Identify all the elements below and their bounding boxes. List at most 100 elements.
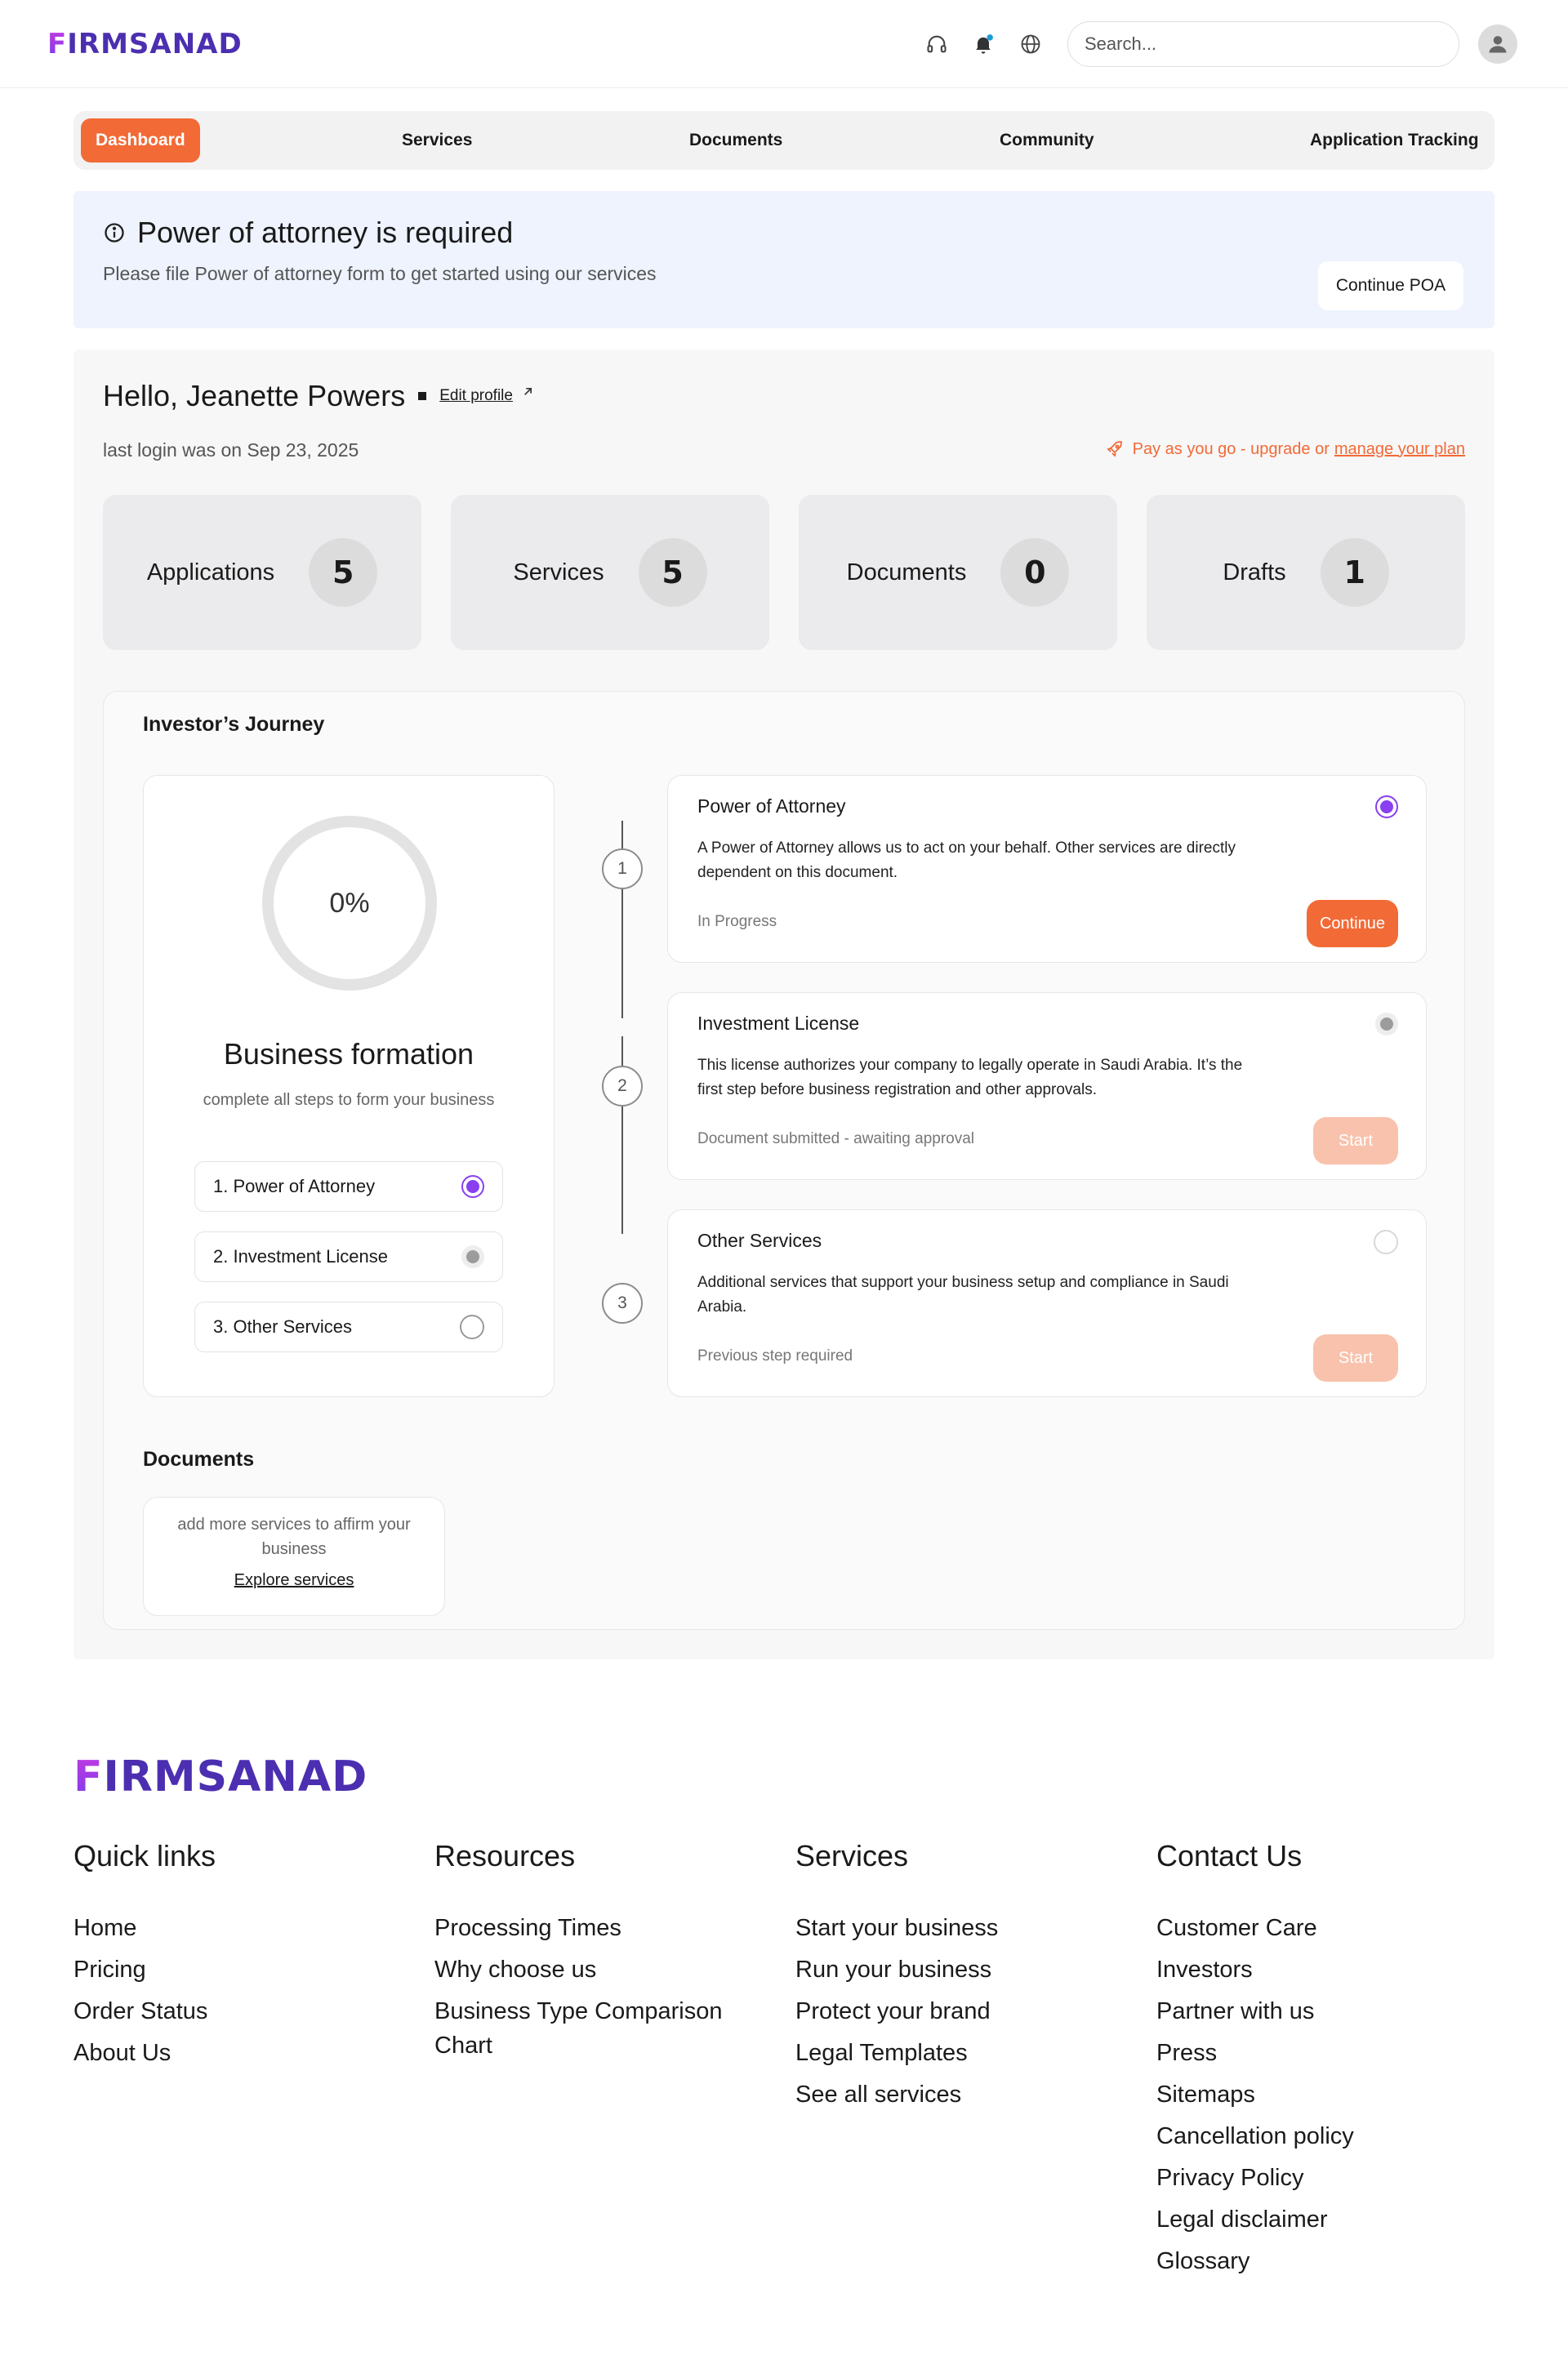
footer-link[interactable]: Legal Templates bbox=[795, 2036, 1089, 2070]
stat-label: Drafts bbox=[1223, 559, 1286, 586]
active-radio-icon bbox=[461, 1175, 484, 1198]
user-icon bbox=[1489, 36, 1507, 53]
poa-banner: Power of attorney is required Please fil… bbox=[74, 191, 1494, 328]
footer-link[interactable]: Protect your brand bbox=[795, 1994, 1089, 2028]
explore-services-link[interactable]: Explore services bbox=[234, 1571, 354, 1590]
plan-text: Pay as you go - upgrade or bbox=[1132, 439, 1330, 458]
footer-link[interactable]: Start your business bbox=[795, 1911, 1089, 1945]
footer-link[interactable]: Cancellation policy bbox=[1156, 2119, 1450, 2153]
card-title: Other Services bbox=[697, 1230, 822, 1251]
notification-dot bbox=[987, 34, 993, 41]
banner-title: Power of attorney is required bbox=[103, 216, 513, 250]
footer-logo-text-rest: IRMSANAD bbox=[103, 1752, 368, 1801]
start-button[interactable]: Start bbox=[1313, 1117, 1398, 1164]
manage-plan-link[interactable]: manage your plan bbox=[1334, 440, 1465, 459]
continue-poa-button[interactable]: Continue POA bbox=[1318, 261, 1463, 310]
footer-link[interactable]: See all services bbox=[795, 2077, 1089, 2112]
last-login-text: last login was on Sep 23, 2025 bbox=[103, 439, 359, 461]
continue-button[interactable]: Continue bbox=[1306, 900, 1398, 947]
card-title: Investment License bbox=[697, 1013, 860, 1034]
empty-radio-icon bbox=[460, 1315, 484, 1339]
rocket-icon bbox=[1106, 441, 1122, 457]
stat-drafts[interactable]: Drafts 1 bbox=[1147, 495, 1465, 650]
info-icon bbox=[105, 223, 124, 243]
journey-card-investment-license: Investment License This license authoriz… bbox=[667, 992, 1427, 1180]
card-description: This license authorizes your company to … bbox=[697, 1057, 1243, 1098]
card-status: In Progress bbox=[697, 913, 777, 930]
footer-link[interactable]: Sitemaps bbox=[1156, 2077, 1450, 2112]
headset-icon[interactable] bbox=[922, 29, 951, 59]
step-label: 2. Investment License bbox=[213, 1246, 389, 1267]
progress-percent: 0% bbox=[329, 887, 370, 919]
footer-link[interactable]: Investors bbox=[1156, 1953, 1450, 1987]
footer-link[interactable]: Business Type Comparison Chart bbox=[434, 1994, 728, 2063]
footer-heading: Services bbox=[795, 1839, 909, 1872]
investors-journey: Investor’s Journey 0% Business formation… bbox=[103, 691, 1465, 1630]
external-link-icon[interactable] bbox=[519, 384, 536, 400]
formation-title: Business formation bbox=[223, 1037, 474, 1071]
footer-link[interactable]: Run your business bbox=[795, 1953, 1089, 1987]
stat-value: 5 bbox=[638, 538, 707, 607]
footer-heading: Quick links bbox=[74, 1839, 216, 1872]
tab-services[interactable]: Services bbox=[402, 118, 472, 163]
footer-link[interactable]: Why choose us bbox=[434, 1953, 728, 1987]
stat-value: 5 bbox=[309, 538, 378, 607]
tab-application-tracking[interactable]: Application Tracking bbox=[1310, 118, 1479, 163]
step-power-of-attorney[interactable]: 1. Power of Attorney bbox=[194, 1161, 503, 1212]
footer-column-services: Services Start your business Run your bu… bbox=[795, 1839, 1089, 2119]
stat-label: Documents bbox=[846, 559, 967, 586]
footer-column-contact-us: Contact Us Customer Care Investors Partn… bbox=[1156, 1839, 1450, 2286]
footer-link[interactable]: Partner with us bbox=[1156, 1994, 1450, 2028]
tab-community[interactable]: Community bbox=[1000, 118, 1094, 163]
card-status: Document submitted - awaiting approval bbox=[697, 1130, 975, 1147]
start-button[interactable]: Start bbox=[1313, 1334, 1398, 1382]
step-other-services[interactable]: 3. Other Services bbox=[194, 1302, 503, 1352]
tab-dashboard[interactable]: Dashboard bbox=[81, 118, 200, 163]
journey-title: Investor’s Journey bbox=[143, 713, 325, 736]
footer-link[interactable]: Privacy Policy bbox=[1156, 2161, 1450, 2195]
documents-title: Documents bbox=[143, 1448, 255, 1471]
stat-documents[interactable]: Documents 0 bbox=[799, 495, 1117, 650]
step-label: 1. Power of Attorney bbox=[213, 1176, 376, 1196]
journey-card-other-services: Other Services Additional services that … bbox=[667, 1209, 1427, 1397]
footer-column-quick-links: Quick links Home Pricing Order Status Ab… bbox=[74, 1839, 368, 2077]
stat-applications[interactable]: Applications 5 bbox=[103, 495, 421, 650]
banner-title-text: Power of attorney is required bbox=[137, 216, 514, 249]
footer-heading: Resources bbox=[434, 1839, 576, 1872]
footer-link[interactable]: Home bbox=[74, 1911, 368, 1945]
search-input[interactable] bbox=[1067, 21, 1459, 67]
step-investment-license[interactable]: 2. Investment License bbox=[194, 1231, 503, 1282]
step-label: 3. Other Services bbox=[213, 1316, 352, 1337]
stat-services[interactable]: Services 5 bbox=[451, 495, 769, 650]
footer-link[interactable]: Glossary bbox=[1156, 2244, 1450, 2278]
business-formation-card: 0% Business formation complete all steps… bbox=[143, 775, 555, 1397]
edit-profile-link[interactable]: Edit profile bbox=[439, 387, 513, 405]
card-title: Power of Attorney bbox=[697, 795, 846, 817]
footer-link[interactable]: Pricing bbox=[74, 1953, 368, 1987]
card-description: Additional services that support your bu… bbox=[697, 1274, 1229, 1316]
plan-info: Pay as you go - upgrade or manage your p… bbox=[1105, 439, 1465, 459]
tab-documents[interactable]: Documents bbox=[689, 118, 782, 163]
documents-empty-state: add more services to affirm your busines… bbox=[143, 1497, 445, 1616]
logo-text-rest: IRMSANAD bbox=[67, 28, 243, 60]
footer-link[interactable]: About Us bbox=[74, 2036, 368, 2070]
stat-label: Applications bbox=[146, 559, 275, 586]
timeline-step-number: 3 bbox=[602, 1283, 643, 1324]
stat-value: 1 bbox=[1320, 538, 1389, 607]
bell-icon[interactable] bbox=[969, 29, 998, 59]
banner-subtitle: Please file Power of attorney form to ge… bbox=[103, 263, 657, 284]
footer-logo[interactable]: FIRMSANAD bbox=[74, 1752, 368, 1801]
footer-link[interactable]: Press bbox=[1156, 2036, 1450, 2070]
main-tabs: Dashboard Services Documents Community A… bbox=[74, 111, 1494, 170]
footer-link[interactable]: Order Status bbox=[74, 1994, 368, 2028]
card-description: A Power of Attorney allows us to act on … bbox=[697, 839, 1236, 881]
globe-icon[interactable] bbox=[1016, 29, 1045, 59]
footer-link[interactable]: Customer Care bbox=[1156, 1911, 1450, 1945]
formation-subtitle: complete all steps to form your business bbox=[203, 1091, 495, 1109]
footer-link[interactable]: Legal disclaimer bbox=[1156, 2202, 1450, 2237]
footer-link[interactable]: Processing Times bbox=[434, 1911, 728, 1945]
brand-logo[interactable]: FIRMSANAD bbox=[47, 28, 243, 60]
user-avatar[interactable] bbox=[1478, 24, 1517, 64]
empty-radio-icon bbox=[1374, 1230, 1398, 1254]
submitted-radio-icon bbox=[1375, 1013, 1398, 1035]
